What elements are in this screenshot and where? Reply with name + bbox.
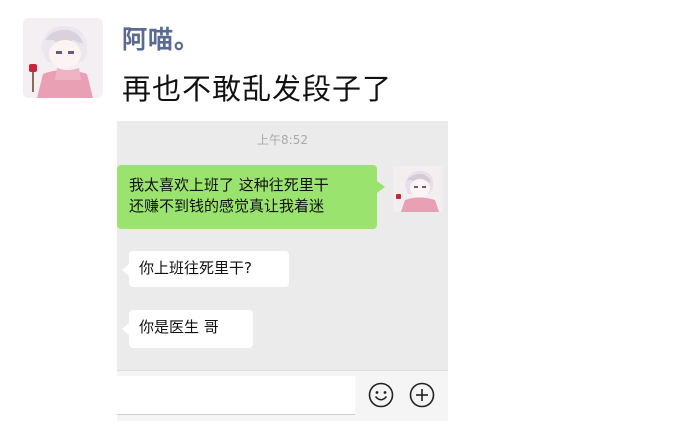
chat-input-bar <box>117 370 448 421</box>
post-text: 再也不敢乱发段子了 <box>122 72 393 106</box>
plus-circle-icon[interactable] <box>409 382 435 408</box>
received-message-text: 你是医生 哥 <box>139 318 219 336</box>
chat-avatar-image <box>393 166 443 212</box>
received-message-text: 你上班往死里干? <box>139 259 252 277</box>
avatar-image <box>23 18 103 98</box>
post-avatar[interactable] <box>23 18 103 98</box>
chat-screenshot: 上午8:52 我太喜欢上班了 这种往死里干 还赚不到钱的感觉真让我着迷 你上班往… <box>117 121 448 421</box>
chat-sender-avatar[interactable] <box>393 166 443 212</box>
sent-message-bubble[interactable]: 我太喜欢上班了 这种往死里干 还赚不到钱的感觉真让我着迷 <box>117 165 385 229</box>
chat-timestamp: 上午8:52 <box>257 133 308 147</box>
received-message-bubble[interactable]: 你上班往死里干? <box>122 251 289 287</box>
emoji-icon[interactable] <box>368 382 394 408</box>
sent-message-line-1: 我太喜欢上班了 这种往死里干 <box>129 176 329 194</box>
message-input[interactable] <box>117 376 355 415</box>
received-message-bubble[interactable]: 你是医生 哥 <box>122 310 253 348</box>
post-username[interactable]: 阿喵。 <box>122 20 200 56</box>
sent-message-line-2: 还赚不到钱的感觉真让我着迷 <box>129 197 325 215</box>
